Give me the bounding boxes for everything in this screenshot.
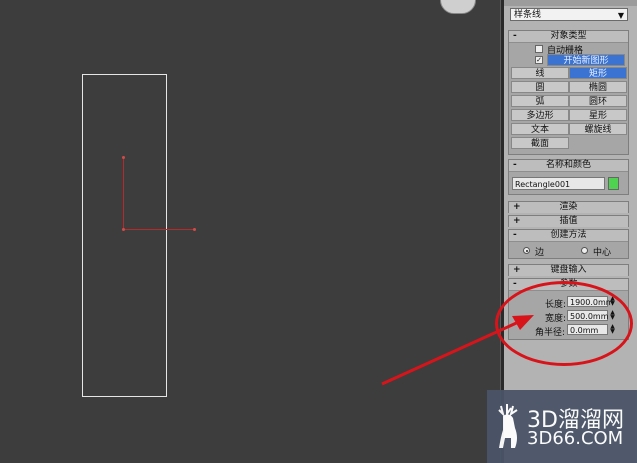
deer-logo-icon (498, 404, 518, 448)
watermark: 3D溜溜网 3D66.COM (487, 390, 637, 463)
watermark-url: 3D66.COM (527, 428, 624, 449)
